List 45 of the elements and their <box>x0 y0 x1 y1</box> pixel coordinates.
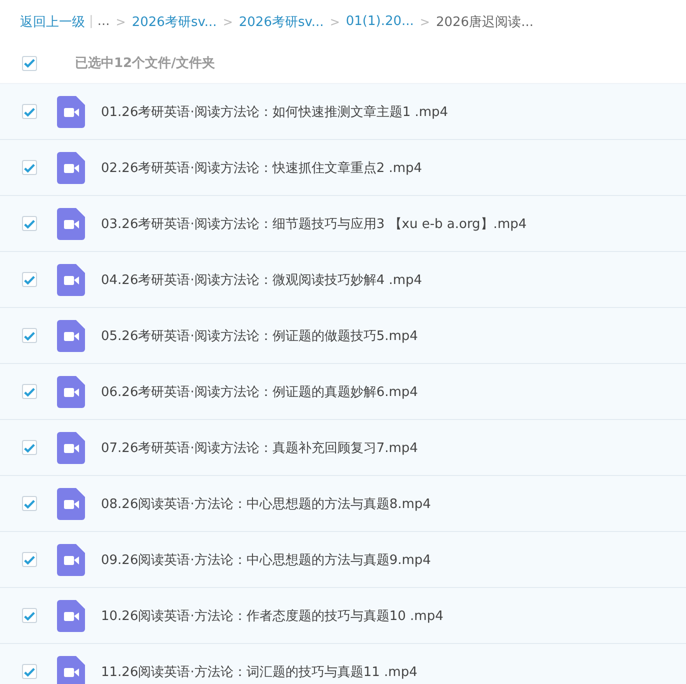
breadcrumb-separator: > <box>330 14 340 28</box>
file-name[interactable]: 02.26考研英语·阅读方法论：快速抓住文章重点2 .mp4 <box>101 158 422 176</box>
breadcrumb-separator: > <box>420 14 430 28</box>
video-file-icon <box>57 376 85 408</box>
breadcrumb-link[interactable]: 01(1).20... <box>346 14 414 29</box>
selection-count: 已选中12个文件/文件夹 <box>75 54 215 72</box>
file-name[interactable]: 01.26考研英语·阅读方法论：如何快速推测文章主题1 .mp4 <box>101 102 448 120</box>
video-file-icon <box>57 488 85 520</box>
breadcrumb-current: 2026唐迟阅读... <box>436 14 534 30</box>
file-name[interactable]: 06.26考研英语·阅读方法论：例证题的真题妙解6.mp4 <box>101 382 418 400</box>
row-checkbox[interactable] <box>22 552 37 567</box>
file-name[interactable]: 03.26考研英语·阅读方法论：细节题技巧与应用3 【xu e-b a.org】.mp4 <box>101 214 527 232</box>
breadcrumb-link[interactable]: 2026考研sv... <box>238 12 324 30</box>
file-name[interactable]: 04.26考研英语·阅读方法论：微观阅读技巧妙解4 .mp4 <box>101 270 422 288</box>
video-file-icon <box>57 320 85 352</box>
row-checkbox[interactable] <box>22 384 37 399</box>
video-file-icon <box>57 544 85 576</box>
breadcrumb-separator: > <box>116 14 126 28</box>
file-name[interactable]: 10.26阅读英语·方法论：作者态度题的技巧与真题10 .mp4 <box>101 606 444 624</box>
row-checkbox[interactable] <box>22 664 37 679</box>
file-name[interactable]: 09.26阅读英语·方法论：中心思想题的方法与真题9.mp4 <box>101 550 431 568</box>
video-file-icon <box>57 264 85 296</box>
video-file-icon <box>57 96 85 128</box>
row-checkbox[interactable] <box>22 216 37 231</box>
file-name[interactable]: 07.26考研英语·阅读方法论：真题补充回顾复习7.mp4 <box>101 438 418 456</box>
video-file-icon <box>57 432 85 464</box>
row-checkbox[interactable] <box>22 272 37 287</box>
breadcrumb-ellipsis[interactable]: ... <box>97 14 110 29</box>
back-link[interactable]: 返回上一级 <box>20 12 85 30</box>
video-file-icon <box>57 208 85 240</box>
file-name[interactable]: 11.26阅读英语·方法论：词汇题的技巧与真题11 .mp4 <box>101 662 418 680</box>
row-checkbox[interactable] <box>22 104 37 119</box>
row-checkbox[interactable] <box>22 496 37 511</box>
file-name[interactable]: 05.26考研英语·阅读方法论：例证题的做题技巧5.mp4 <box>101 326 418 344</box>
select-all-checkbox[interactable] <box>22 56 37 70</box>
row-checkbox[interactable] <box>22 328 37 343</box>
breadcrumb-link[interactable]: 2026考研sv... <box>132 12 217 30</box>
file-name[interactable]: 08.26阅读英语·方法论：中心思想题的方法与真题8.mp4 <box>101 494 431 512</box>
row-checkbox[interactable] <box>22 440 37 455</box>
video-file-icon <box>57 152 85 184</box>
row-checkbox[interactable] <box>22 160 37 175</box>
divider-mark: | <box>89 14 94 29</box>
breadcrumb-separator: > <box>222 14 233 28</box>
video-file-icon <box>57 600 85 632</box>
row-checkbox[interactable] <box>22 608 37 623</box>
